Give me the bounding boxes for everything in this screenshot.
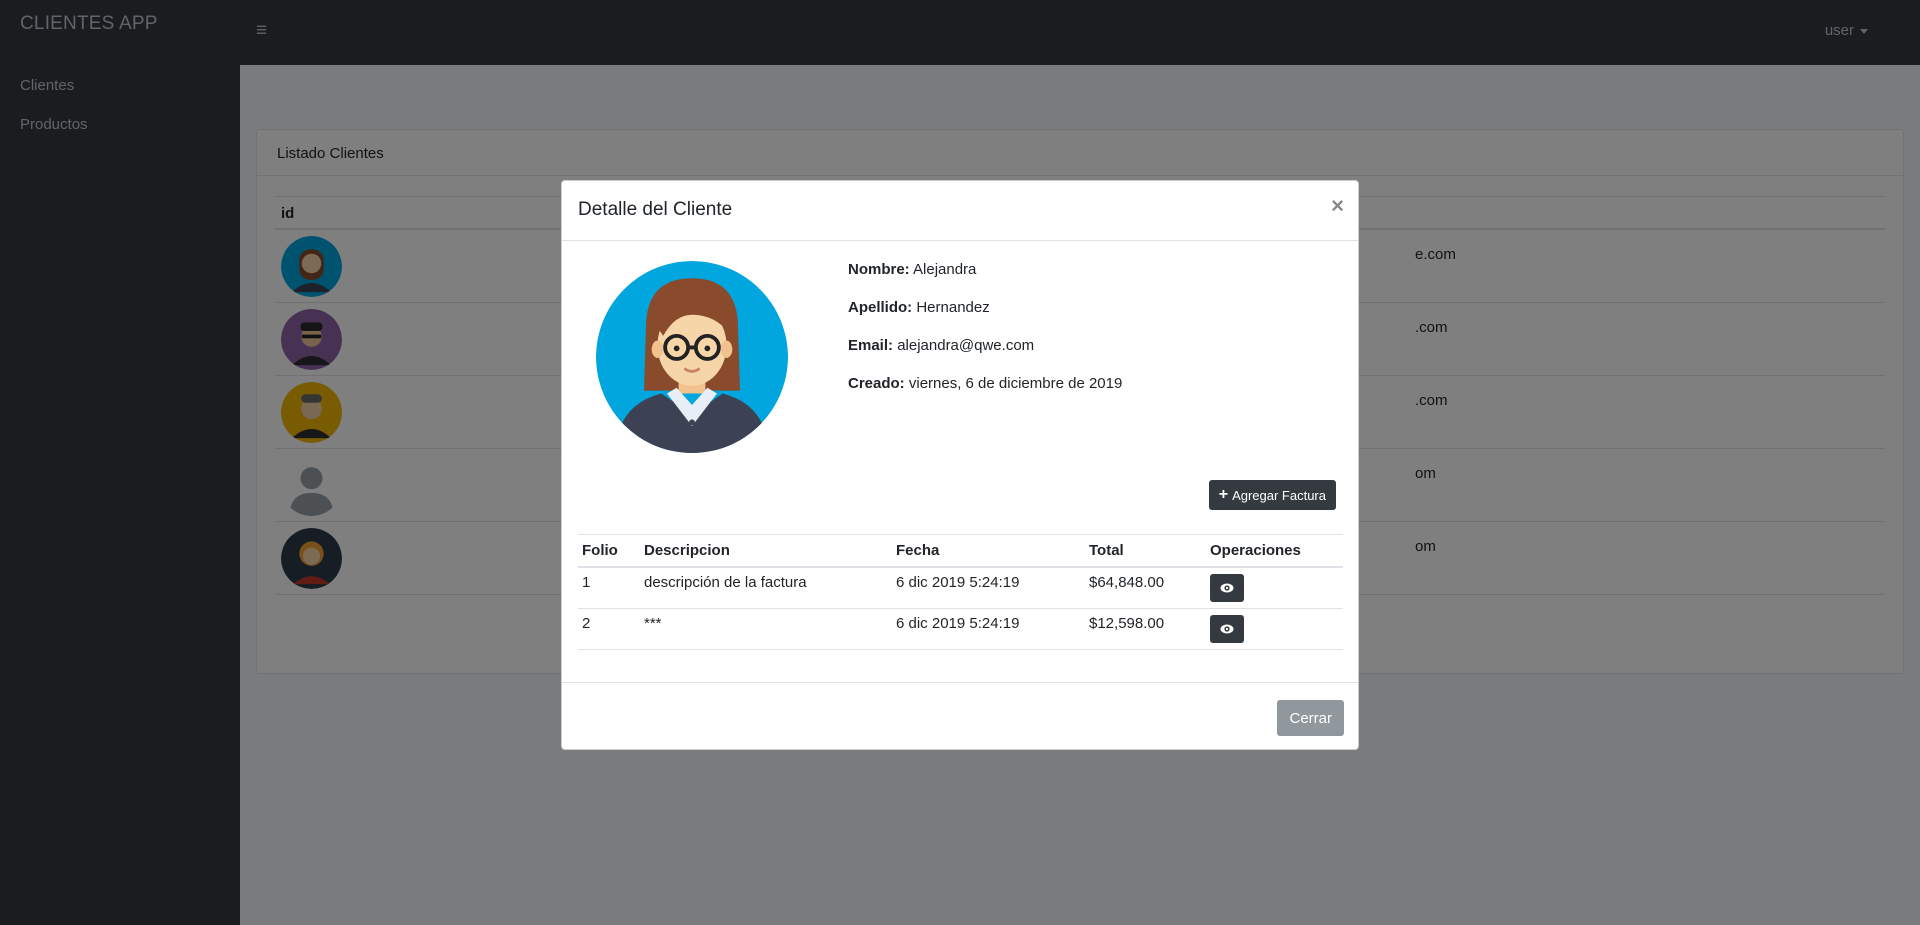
modal-header: Detalle del Cliente × xyxy=(562,181,1358,241)
nombre-line: Nombre: Alejandra xyxy=(848,261,1122,299)
invoices-table: Folio Descripcion Fecha Total Operacione… xyxy=(578,534,1343,650)
nombre-value: Alejandra xyxy=(913,261,977,278)
client-avatar-large xyxy=(596,261,788,453)
apellido-value: Hernandez xyxy=(916,299,990,316)
apellido-label: Apellido: xyxy=(848,299,913,316)
invoice-descripcion: *** xyxy=(640,608,892,650)
view-invoice-button[interactable] xyxy=(1210,614,1244,643)
creado-value: viernes, 6 de diciembre de 2019 xyxy=(908,375,1123,392)
invoice-folio: 2 xyxy=(578,608,640,650)
close-icon[interactable]: × xyxy=(1331,195,1344,217)
nombre-label: Nombre: xyxy=(848,261,910,278)
column-folio: Folio xyxy=(578,534,640,568)
invoice-operaciones xyxy=(1206,608,1343,650)
table-row: 2 *** 6 dic 2019 5:24:19 $12,598.00 xyxy=(578,608,1343,650)
invoice-folio: 1 xyxy=(578,566,640,609)
invoice-total: $64,848.00 xyxy=(1085,566,1206,609)
email-label: Email: xyxy=(848,337,894,354)
email-line: Email: alejandra@qwe.com xyxy=(848,337,1122,375)
modal-footer: Cerrar xyxy=(562,682,1358,750)
plus-icon: + xyxy=(1218,486,1229,503)
column-descripcion: Descripcion xyxy=(640,534,892,568)
invoice-fecha: 6 dic 2019 5:24:19 xyxy=(892,608,1085,650)
creado-line: Creado: viernes, 6 de diciembre de 2019 xyxy=(848,375,1122,413)
column-operaciones: Operaciones xyxy=(1206,534,1343,568)
client-info: Nombre: Alejandra Apellido: Hernandez Em… xyxy=(848,261,1122,413)
invoice-descripcion: descripción de la factura xyxy=(640,566,892,609)
column-fecha: Fecha xyxy=(892,534,1085,568)
eye-icon xyxy=(1220,583,1234,592)
invoice-total: $12,598.00 xyxy=(1085,608,1206,650)
eye-icon xyxy=(1220,624,1234,633)
column-total: Total xyxy=(1085,534,1206,568)
table-row: 1 descripción de la factura 6 dic 2019 5… xyxy=(578,566,1343,609)
invoice-fecha: 6 dic 2019 5:24:19 xyxy=(892,566,1085,609)
view-invoice-button[interactable] xyxy=(1210,573,1244,602)
email-value: alejandra@qwe.com xyxy=(897,337,1035,354)
close-button[interactable]: Cerrar xyxy=(1277,700,1344,736)
apellido-line: Apellido: Hernandez xyxy=(848,299,1122,337)
invoices-header-row: Folio Descripcion Fecha Total Operacione… xyxy=(578,534,1343,568)
modal-title: Detalle del Cliente xyxy=(578,199,733,220)
add-invoice-button[interactable]: + Agregar Factura xyxy=(1208,480,1336,510)
creado-label: Creado: xyxy=(848,375,905,392)
invoice-operaciones xyxy=(1206,566,1343,609)
client-detail-modal: Detalle del Cliente × Nombre: Alejandra … xyxy=(561,180,1359,750)
add-invoice-label: Agregar Factura xyxy=(1232,487,1326,503)
